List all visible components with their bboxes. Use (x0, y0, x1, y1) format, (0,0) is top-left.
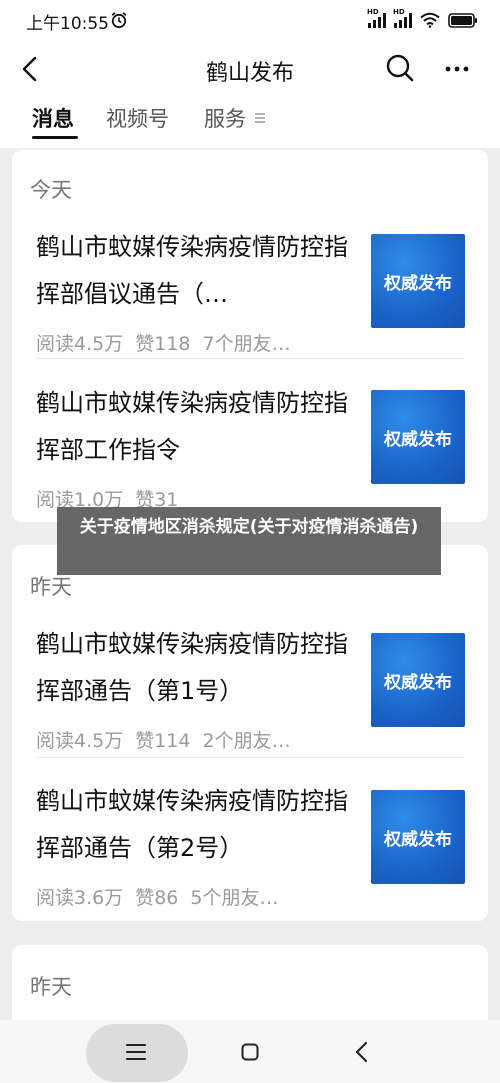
tab-messages[interactable]: 消息 (32, 103, 74, 133)
article-title: 鹤山市蚊媒传染病疫情防控指挥部通告（第1号） (36, 630, 348, 705)
friends-read: 7个朋友… (202, 333, 291, 355)
like-count: 赞118 (135, 333, 191, 355)
thumbnail-text: 权威发布 (384, 829, 452, 850)
tab-video-channel[interactable]: 视频号 (106, 103, 169, 133)
read-count: 阅读4.5万 (36, 333, 124, 355)
message-card: 今天 鹤山市蚊媒传染病疫情防控指挥部倡议通告（… 阅读4.5万 赞118 7个朋友…… (12, 150, 488, 522)
date-label: 昨天 (30, 575, 72, 599)
article-thumbnail: 权威发布 (371, 790, 465, 884)
article-item[interactable]: 鹤山市蚊媒传染病疫情防控指挥部通告（第1号） 阅读4.5万 赞114 2个朋友… 权… (12, 621, 488, 777)
message-card: 昨天 鹤山市蚊媒传染病疫情防控指挥部通告（第1号） 阅读4.5万 赞114 2个朋友… (12, 545, 488, 921)
menu-icon (255, 113, 265, 123)
read-count: 阅读3.6万 (36, 887, 124, 909)
article-meta: 阅读4.5万 赞114 2个朋友… (36, 726, 356, 753)
like-count: 赞86 (135, 887, 179, 909)
signal-icon: HD (367, 8, 386, 28)
alarm-icon (111, 12, 127, 29)
divider (36, 757, 464, 758)
article-meta: 阅读3.6万 赞86 5个朋友… (36, 883, 356, 910)
read-count: 阅读4.5万 (36, 730, 124, 752)
menu-icon[interactable] (124, 1042, 148, 1062)
wifi-icon (420, 12, 440, 28)
friends-read: 5个朋友… (190, 887, 279, 909)
article-title: 鹤山市蚊媒传染病疫情防控指挥部工作指令 (36, 389, 348, 464)
article-thumbnail: 权威发布 (371, 633, 465, 727)
article-title: 鹤山市蚊媒传染病疫情防控指挥部通告（第2号） (36, 787, 348, 862)
tab-bar: 消息 视频号 服务 (0, 98, 500, 148)
page-title: 鹤山发布 (205, 61, 294, 86)
active-tab-indicator (32, 136, 78, 139)
nav-bar: 鹤山发布 (0, 40, 500, 98)
article-thumbnail: 权威发布 (371, 390, 465, 484)
tab-services[interactable]: 服务 (204, 103, 246, 133)
overlay-caption: 关于疫情地区消杀规定(关于对疫情消杀通告) (57, 507, 441, 575)
article-title: 鹤山市蚊媒传染病疫情防控指挥部倡议通告（… (36, 233, 348, 308)
status-bar: 上午10:55 HD HD (0, 0, 500, 40)
article-meta: 阅读4.5万 赞118 7个朋友… (36, 329, 356, 356)
date-label: 昨天 (30, 975, 72, 999)
battery-icon (448, 12, 477, 28)
search-icon[interactable] (384, 52, 416, 84)
thumbnail-text: 权威发布 (384, 429, 452, 450)
friends-read: 2个朋友… (202, 730, 291, 752)
thumbnail-text: 权威发布 (384, 273, 452, 294)
home-icon[interactable] (240, 1042, 260, 1062)
status-icons: HD HD (367, 8, 478, 30)
article-thumbnail: 权威发布 (371, 234, 465, 328)
system-nav-bar (0, 1020, 500, 1083)
status-time: 上午10:55 (26, 14, 109, 34)
article-item[interactable]: 鹤山市蚊媒传染病疫情防控指挥部倡议通告（… 阅读4.5万 赞118 7个朋友… 权威… (12, 224, 488, 380)
back-icon[interactable] (352, 1040, 372, 1064)
date-label: 今天 (30, 178, 72, 202)
thumbnail-text: 权威发布 (384, 672, 452, 693)
signal-icon: HD (393, 8, 412, 28)
article-item[interactable]: 鹤山市蚊媒传染病疫情防控指挥部通告（第2号） 阅读3.6万 赞86 5个朋友… 权威… (12, 778, 488, 934)
divider (36, 358, 464, 359)
like-count: 赞114 (135, 730, 191, 752)
more-icon[interactable] (440, 52, 474, 86)
